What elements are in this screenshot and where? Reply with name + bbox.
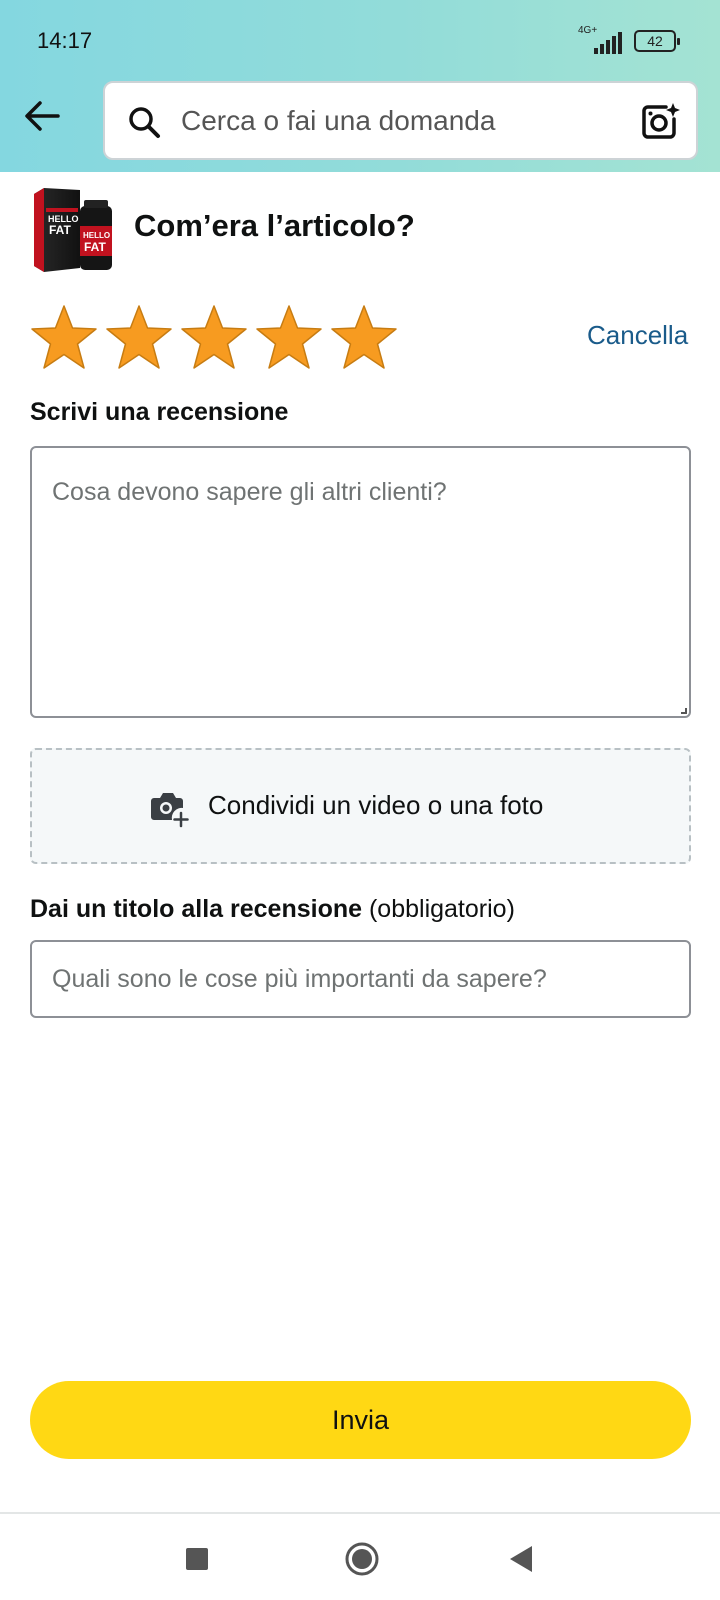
- system-nav-bar: [0, 1514, 720, 1600]
- network-type: 4G+: [578, 25, 598, 36]
- back-arrow-icon: [25, 101, 60, 131]
- product-image-line1: HELLO: [83, 231, 110, 240]
- star-icon[interactable]: [253, 303, 325, 371]
- upload-label: Condividi un video o una foto: [208, 790, 544, 820]
- review-title-input[interactable]: Quali sono le cose più importanti da sap…: [30, 940, 691, 1018]
- battery-level: 42: [647, 33, 663, 49]
- signal-icon: 4G+: [578, 25, 624, 54]
- header: 14:17 4G+ 42 Cerca o fai una domanda: [0, 0, 720, 172]
- review-placeholder: Cosa devono sapere gli altri clienti?: [52, 478, 447, 506]
- upload-media-button[interactable]: Condividi un video o una foto: [30, 748, 691, 864]
- rating-question: Com’era l’articolo?: [134, 208, 415, 243]
- nav-recents-icon[interactable]: [186, 1548, 208, 1570]
- star-icon[interactable]: [328, 303, 400, 371]
- star-icon[interactable]: [103, 303, 175, 371]
- star-icon[interactable]: [178, 303, 250, 371]
- product-image-line2: FAT: [84, 240, 106, 254]
- battery-icon: 42: [634, 30, 680, 52]
- resize-handle[interactable]: [681, 708, 687, 714]
- add-photo-icon: [151, 793, 189, 828]
- back-button[interactable]: [22, 98, 62, 134]
- search-input[interactable]: Cerca o fai una domanda: [103, 81, 698, 160]
- review-textarea[interactable]: Cosa devono sapere gli altri clienti?: [30, 446, 691, 718]
- title-label: Dai un titolo alla recensione (obbligato…: [30, 895, 515, 924]
- svg-text:FAT: FAT: [49, 223, 71, 237]
- nav-back-icon[interactable]: [508, 1544, 534, 1574]
- search-placeholder: Cerca o fai una domanda: [181, 105, 496, 136]
- review-label: Scrivi una recensione: [30, 398, 289, 426]
- submit-button[interactable]: Invia: [30, 1381, 691, 1459]
- title-placeholder: Quali sono le cose più importanti da sap…: [52, 965, 547, 993]
- star-icon[interactable]: [28, 303, 100, 371]
- title-label-text: Dai un titolo alla recensione: [30, 895, 363, 923]
- cancel-link[interactable]: Cancella: [587, 320, 688, 351]
- status-time: 14:17: [37, 28, 93, 53]
- camera-search-icon[interactable]: [640, 101, 680, 141]
- product-image: HELLO FAT HELLO FAT: [34, 188, 112, 272]
- star-rating[interactable]: [28, 303, 408, 373]
- nav-home-icon[interactable]: [345, 1542, 379, 1576]
- title-required-note: (obbligatorio): [368, 895, 515, 923]
- search-icon: [129, 107, 160, 138]
